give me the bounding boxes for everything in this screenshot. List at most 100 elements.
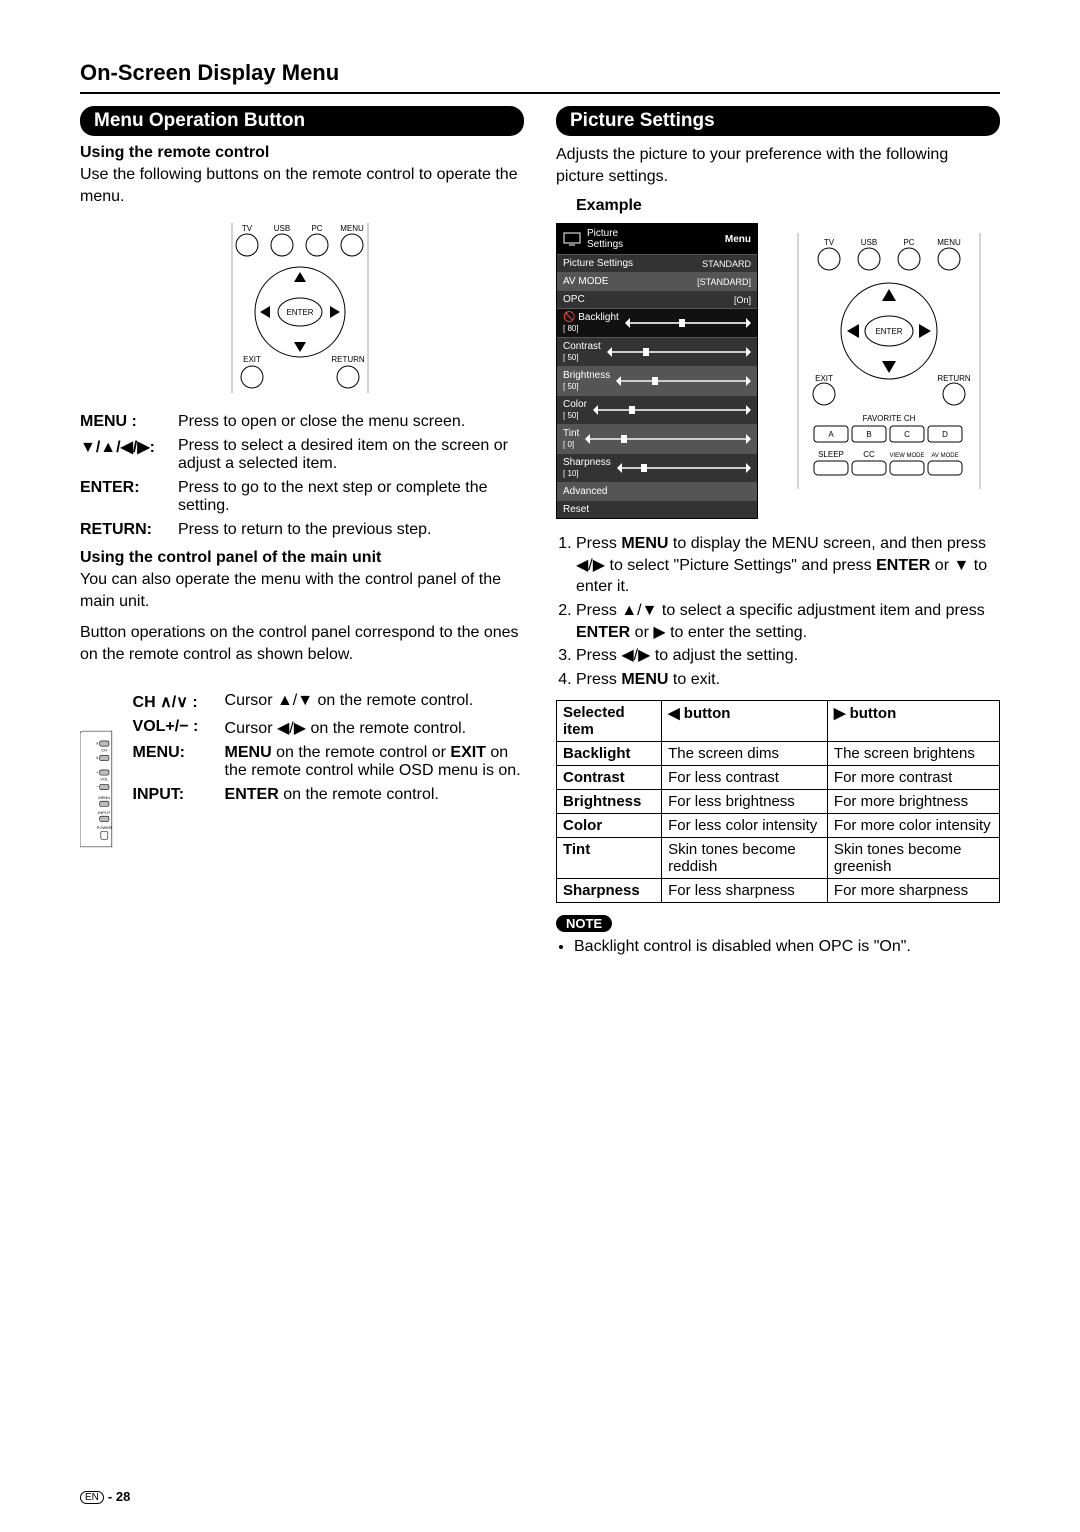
remote-def-term: RETURN: [80,521,170,539]
table-cell: For more brightness [827,790,999,814]
example-label: Example [556,197,1000,215]
note-label: NOTE [556,915,612,932]
panel-def-term: CH ∧/∨ : [133,692,217,712]
step-item: Press ◀/▶ to adjust the setting. [576,645,1000,667]
remote-def-desc: Press to go to the next step or complete… [178,479,524,515]
osd-row: 🚫 Backlight[ 80] [557,308,757,337]
table-row: ColorFor less color intensityFor more co… [557,814,1000,838]
panel-def-desc: Cursor ▲/▼ on the remote control. [225,692,524,712]
r2-return: RETURN [937,374,971,383]
panel-defs: CH ∧/∨ : Cursor ▲/▼ on the remote control… [133,692,524,804]
page-lang: EN [80,1491,104,1504]
osd-row-label: Brightness[ 50] [563,370,610,392]
panel-input: INPUT [98,809,111,814]
osd-head-menu: Menu [725,234,751,245]
r2-b: B [866,430,871,439]
osd-row-label: 🚫 Backlight[ 80] [563,312,619,334]
table-cell: For more sharpness [827,879,999,903]
panel-vol: VOL [100,776,109,781]
r2-menu: MENU [937,238,961,247]
intro-remote: Use the following buttons on the remote … [80,164,524,207]
table-row: BacklightThe screen dimsThe screen brigh… [557,742,1000,766]
table-cell: For more color intensity [827,814,999,838]
panel-diagram: ∧ CH ∨ + VOL − MENU INPUT POWER [80,684,121,894]
remote-defs: MENU :Press to open or close the menu sc… [80,413,524,539]
panel-def-desc: MENU on the remote control or EXIT on th… [225,744,524,780]
table-cell: Skin tones become reddish [662,838,828,879]
page-number: EN- 28 [80,1489,130,1504]
label-pc: PC [311,224,322,233]
table-cell: For less contrast [662,766,828,790]
osd-row-label: Advanced [563,486,607,497]
osd-slider [616,376,751,386]
r2-enter: ENTER [875,327,902,336]
remote-def-term: ▼/▲/◀/▶: [80,437,170,473]
r2-exit: EXIT [815,374,833,383]
label-menu: MENU [340,224,364,233]
table-cell: For less color intensity [662,814,828,838]
table-row: SharpnessFor less sharpnessFor more shar… [557,879,1000,903]
table-row: ContrastFor less contrastFor more contra… [557,766,1000,790]
svg-text:+: + [96,769,99,774]
osd-row: Picture Settings STANDARD [557,254,757,272]
osd-row-value: STANDARD [702,259,751,269]
r2-view: VIEW MODE [889,453,924,459]
osd-row-label: Contrast[ 50] [563,341,601,363]
steps-list: Press MENU to display the MENU screen, a… [556,533,1000,690]
table-header: Selected item [557,701,662,742]
left-column: Menu Operation Button Using the remote c… [80,106,524,956]
remote-def-term: ENTER: [80,479,170,515]
osd-row: Sharpness[ 10] [557,453,757,482]
note-item: Backlight control is disabled when OPC i… [574,938,1000,956]
r2-pc: PC [903,238,914,247]
panel-def-term: INPUT: [133,786,217,804]
osd-slider [607,347,751,357]
right-column: Picture Settings Adjusts the picture to … [556,106,1000,956]
osd-row-label: AV MODE [563,276,608,287]
osd-menu: PictureSettingsMenuPicture SettingsSTAND… [556,223,758,519]
osd-row-label: Reset [563,504,589,515]
remote-def-desc: Press to return to the previous step. [178,521,524,539]
osd-row-label: OPC [563,294,585,305]
osd-row-label: Picture Settings [563,258,633,269]
osd-row: Reset [557,500,757,518]
osd-row: Advanced [557,482,757,500]
osd-row: Brightness[ 50] [557,366,757,395]
panel-power: POWER [97,824,112,829]
r2-d: D [942,430,948,439]
table-header: ◀ button [662,701,828,742]
label-return: RETURN [331,355,365,364]
panel-menu: MENU [98,794,110,799]
intro-panel-b: Button operations on the control panel c… [80,622,524,665]
osd-slider [617,463,751,473]
r2-av: AV MODE [931,453,958,459]
table-cell: The screen dims [662,742,828,766]
remote-def-desc: Press to open or close the menu screen. [178,413,524,431]
r2-fav: FAVORITE CH [863,414,916,423]
osd-row-label: Color[ 50] [563,399,587,421]
panel-def-term: VOL+/− : [133,718,217,738]
table-cell: Contrast [557,766,662,790]
remote-diagram-2: TV USB PC MENU ENTER [794,231,984,491]
panel-def-term: MENU: [133,744,217,780]
r2-usb: USB [861,238,877,247]
panel-ch: CH [101,747,107,752]
label-tv: TV [242,224,253,233]
remote-diagram: TV USB PC MENU ENTER EXIT [192,217,412,397]
osd-row-label: Sharpness[ 10] [563,457,611,479]
svg-text:∨: ∨ [96,754,99,759]
r2-tv: TV [824,238,835,247]
r2-a: A [828,430,834,439]
r2-c: C [904,430,910,439]
osd-row-label: Tint[ 0] [563,428,579,450]
osd-row: AV MODE [STANDARD] [557,272,757,290]
osd-row: OPC[On] [557,290,757,308]
step-item: Press ▲/▼ to select a specific adjustmen… [576,600,1000,643]
osd-row-value: [STANDARD] [697,277,751,287]
page-num: 28 [116,1489,130,1504]
step-item: Press MENU to display the MENU screen, a… [576,533,1000,598]
table-cell: For more contrast [827,766,999,790]
table-cell: Color [557,814,662,838]
table-cell: For less brightness [662,790,828,814]
r2-sleep: SLEEP [818,450,844,459]
